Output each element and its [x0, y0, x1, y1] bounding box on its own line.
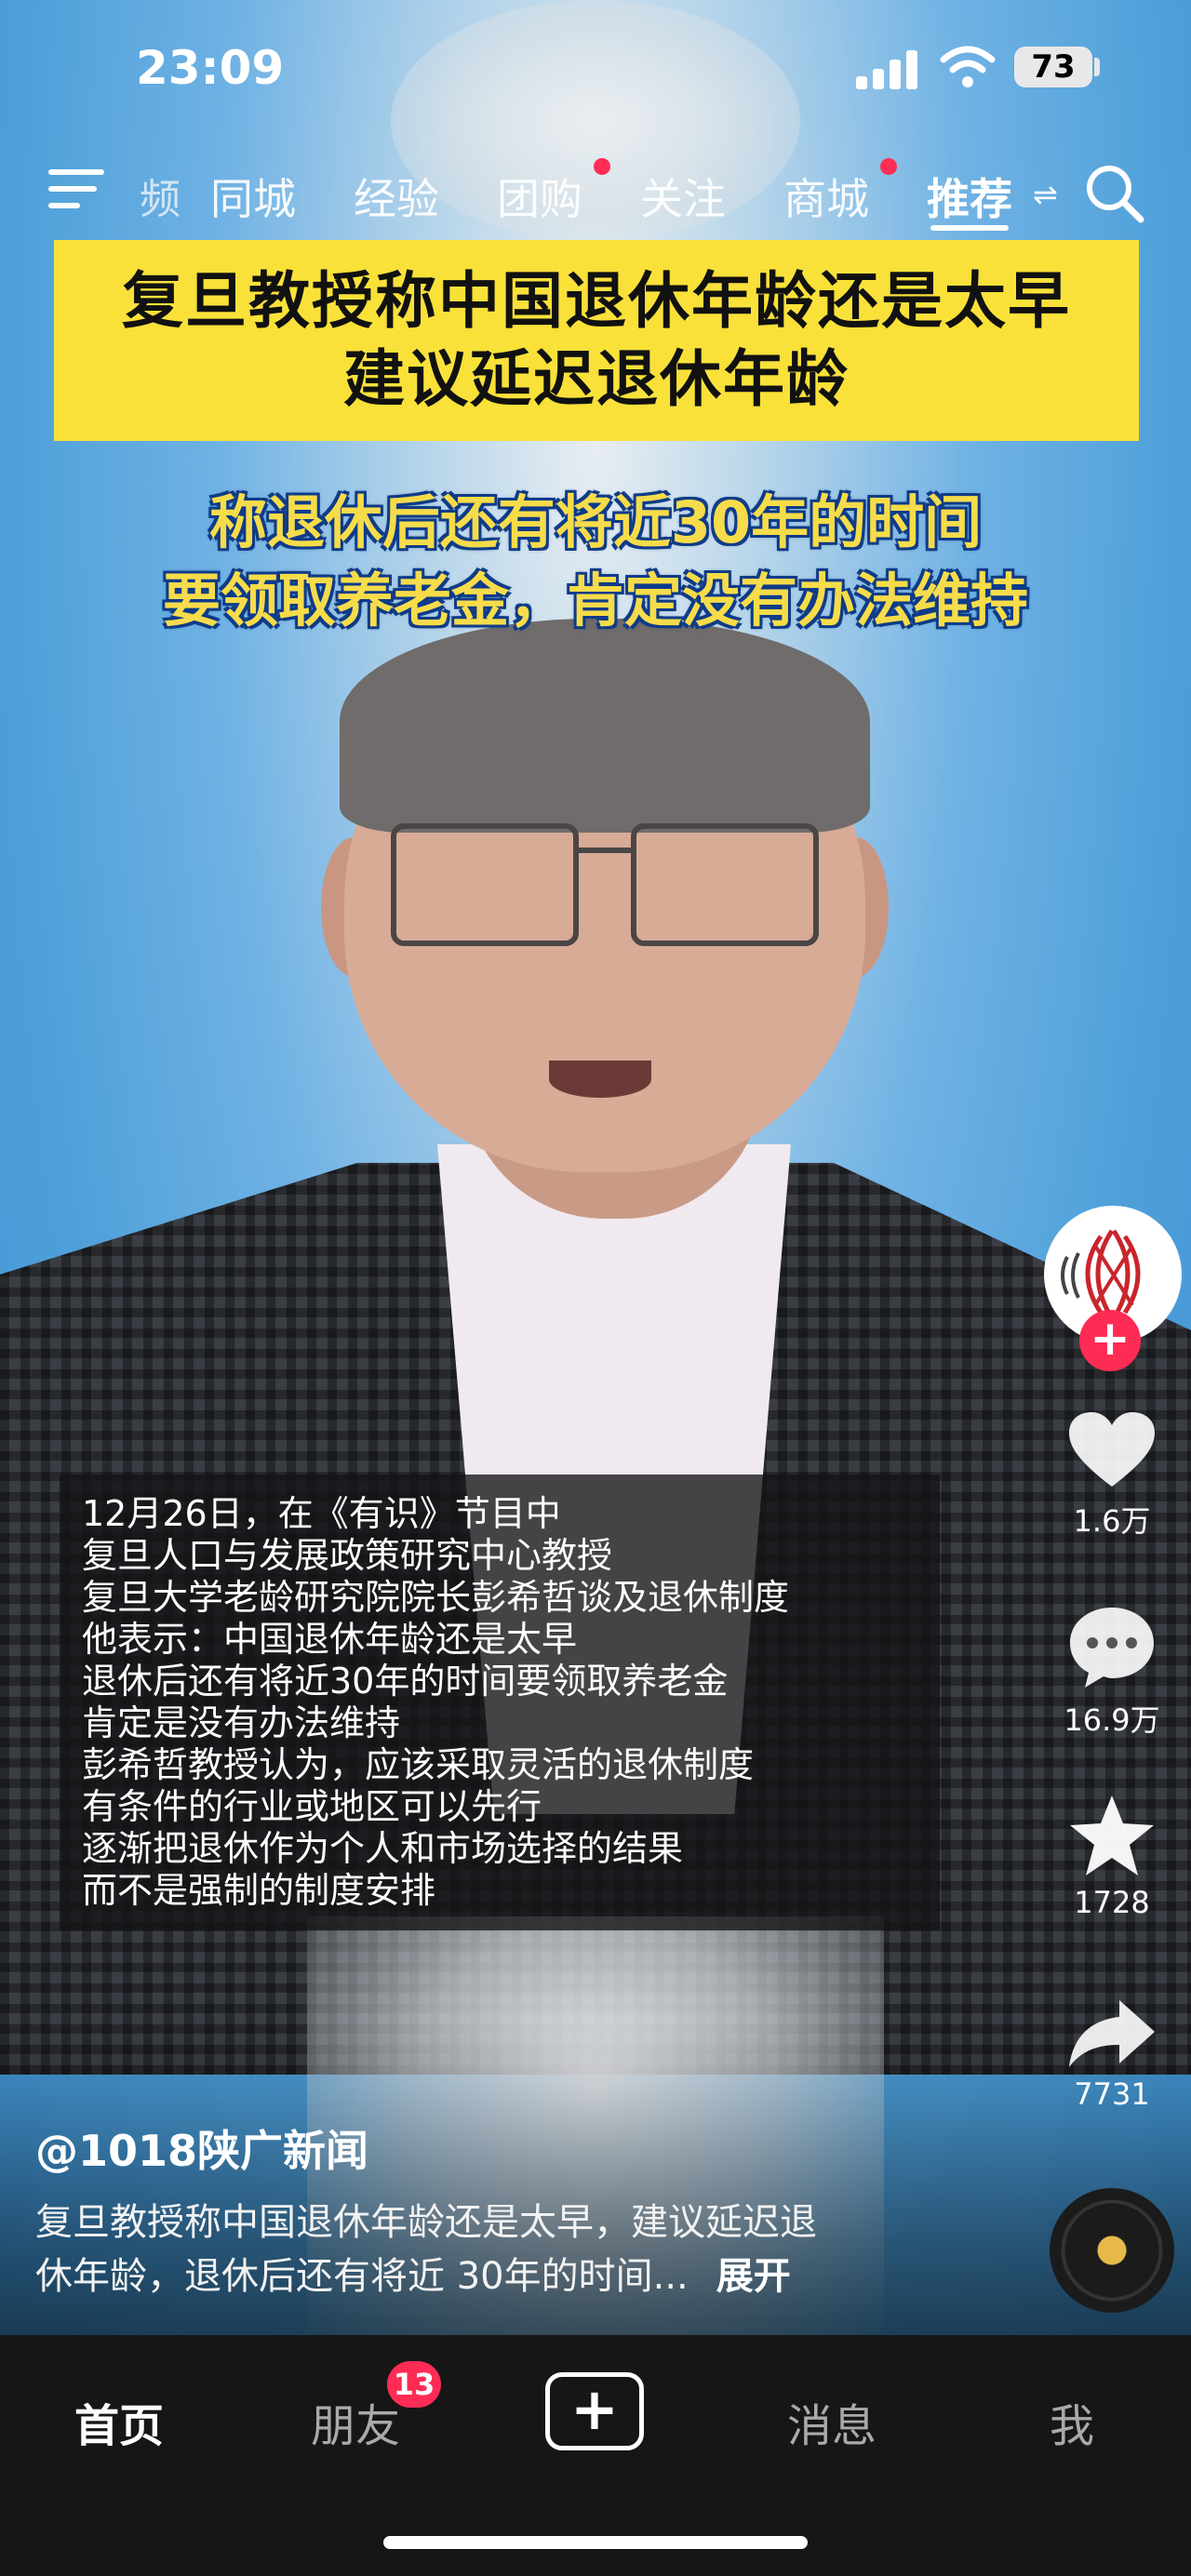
status-bar: 23:09 73: [0, 0, 1191, 140]
home-indicator: [383, 2536, 808, 2549]
post-description: 复旦教授称中国退休年龄还是太早，建议延迟退 休年龄，退休后还有将近 30年的时间…: [35, 2196, 966, 2303]
create-post-button[interactable]: +: [545, 2372, 644, 2450]
caption-line: 逐渐把退休作为个人和市场选择的结果: [82, 1828, 684, 1869]
caption-line: 12月26日，在《有识》节目中: [82, 1493, 561, 1534]
share-button[interactable]: 7731: [1042, 1998, 1182, 2112]
video-title-line: 复旦教授称中国退休年龄还是太早: [122, 265, 1071, 337]
star-icon: [1070, 1795, 1154, 1875]
favorite-count: 1728: [1074, 1885, 1150, 1920]
expand-link[interactable]: 展开: [716, 2255, 791, 2298]
share-arrow-icon: [1069, 2000, 1155, 2067]
tab-partial[interactable]: 频: [140, 166, 181, 225]
like-button[interactable]: 1.6万: [1042, 1410, 1182, 1541]
tab-mall[interactable]: 商城: [783, 166, 869, 227]
tab-friends[interactable]: 朋友: [311, 2389, 400, 2454]
caption-line: 彭希哲教授认为，应该采取灵活的退休制度: [82, 1744, 755, 1785]
share-count: 7731: [1074, 2076, 1150, 2112]
swap-icon[interactable]: ⇌: [1033, 177, 1058, 212]
menu-icon[interactable]: [48, 166, 104, 212]
video-subtitle-line: 要领取养老金，肯定没有办法维持: [162, 567, 1028, 634]
notification-dot: [594, 158, 610, 175]
tab-home[interactable]: 首页: [74, 2389, 164, 2454]
description-line: 休年龄，退休后还有将近 30年的时间...: [35, 2255, 689, 2298]
like-count: 1.6万: [1073, 1503, 1151, 1539]
status-time: 23:09: [136, 41, 285, 95]
caption-line: 退休后还有将近30年的时间要领取养老金: [82, 1661, 729, 1702]
top-nav: 频 同城 经验 团购 关注 商城 推荐 ⇌: [0, 149, 1191, 233]
tab-following[interactable]: 关注: [640, 166, 726, 227]
notification-dot: [880, 158, 897, 175]
video-subtitle: 称退休后还有将近30年的时间 要领取养老金，肯定没有办法维持: [0, 484, 1191, 640]
heart-icon: [1069, 1412, 1155, 1487]
wifi-icon: [940, 46, 996, 87]
app-screen: 23:09 73 频 同城 经验 团购 关注 商城 推荐 ⇌ 复旦教授称中国退休…: [0, 0, 1191, 2576]
music-disc-icon[interactable]: [1050, 2188, 1174, 2313]
tab-recommended[interactable]: 推荐: [927, 166, 1012, 227]
comment-icon: [1070, 1608, 1154, 1688]
tab-nearby[interactable]: 同城: [210, 166, 296, 227]
caption-line: 而不是强制的制度安排: [82, 1870, 436, 1911]
caption-line: 他表示：中国退休年龄还是太早: [82, 1619, 578, 1660]
video-subtitle-line: 称退休后还有将近30年的时间: [208, 488, 983, 556]
search-icon[interactable]: [1081, 160, 1146, 225]
description-line: 复旦教授称中国退休年龄还是太早，建议延迟退: [35, 2201, 817, 2244]
video-person-glasses: [391, 823, 819, 946]
signal-icon: [856, 48, 921, 89]
tab-me[interactable]: 我: [1050, 2389, 1094, 2454]
video-person-hair: [340, 619, 870, 833]
video-person-mouth: [549, 1061, 651, 1098]
battery-tip: [1094, 58, 1100, 76]
author-name[interactable]: @1018陕广新闻: [35, 2117, 368, 2179]
comment-count: 16.9万: [1064, 1702, 1160, 1738]
caption-line: 复旦人口与发展政策研究中心教授: [82, 1535, 613, 1576]
favorite-button[interactable]: 1728: [1042, 1794, 1182, 1920]
friends-badge: 13: [387, 2361, 441, 2408]
caption-line: 有条件的行业或地区可以先行: [82, 1786, 542, 1827]
tab-group-buy[interactable]: 团购: [497, 166, 582, 227]
video-title-line: 建议延迟退休年龄: [343, 343, 850, 415]
battery-icon: 73: [1014, 47, 1092, 87]
caption-line: 肯定是没有办法维持: [82, 1702, 401, 1743]
tab-messages[interactable]: 消息: [787, 2389, 877, 2454]
video-caption-box: 12月26日，在《有识》节目中 复旦人口与发展政策研究中心教授 复旦大学老龄研究…: [60, 1475, 940, 1930]
video-title-banner: 复旦教授称中国退休年龄还是太早 建议延迟退休年龄: [54, 240, 1139, 441]
caption-line: 复旦大学老龄研究院院长彭希哲谈及退休制度: [82, 1577, 790, 1618]
tab-experience[interactable]: 经验: [354, 166, 439, 227]
follow-button[interactable]: +: [1079, 1310, 1141, 1371]
active-tab-indicator: [930, 225, 1009, 231]
comment-button[interactable]: 16.9万: [1042, 1604, 1182, 1740]
